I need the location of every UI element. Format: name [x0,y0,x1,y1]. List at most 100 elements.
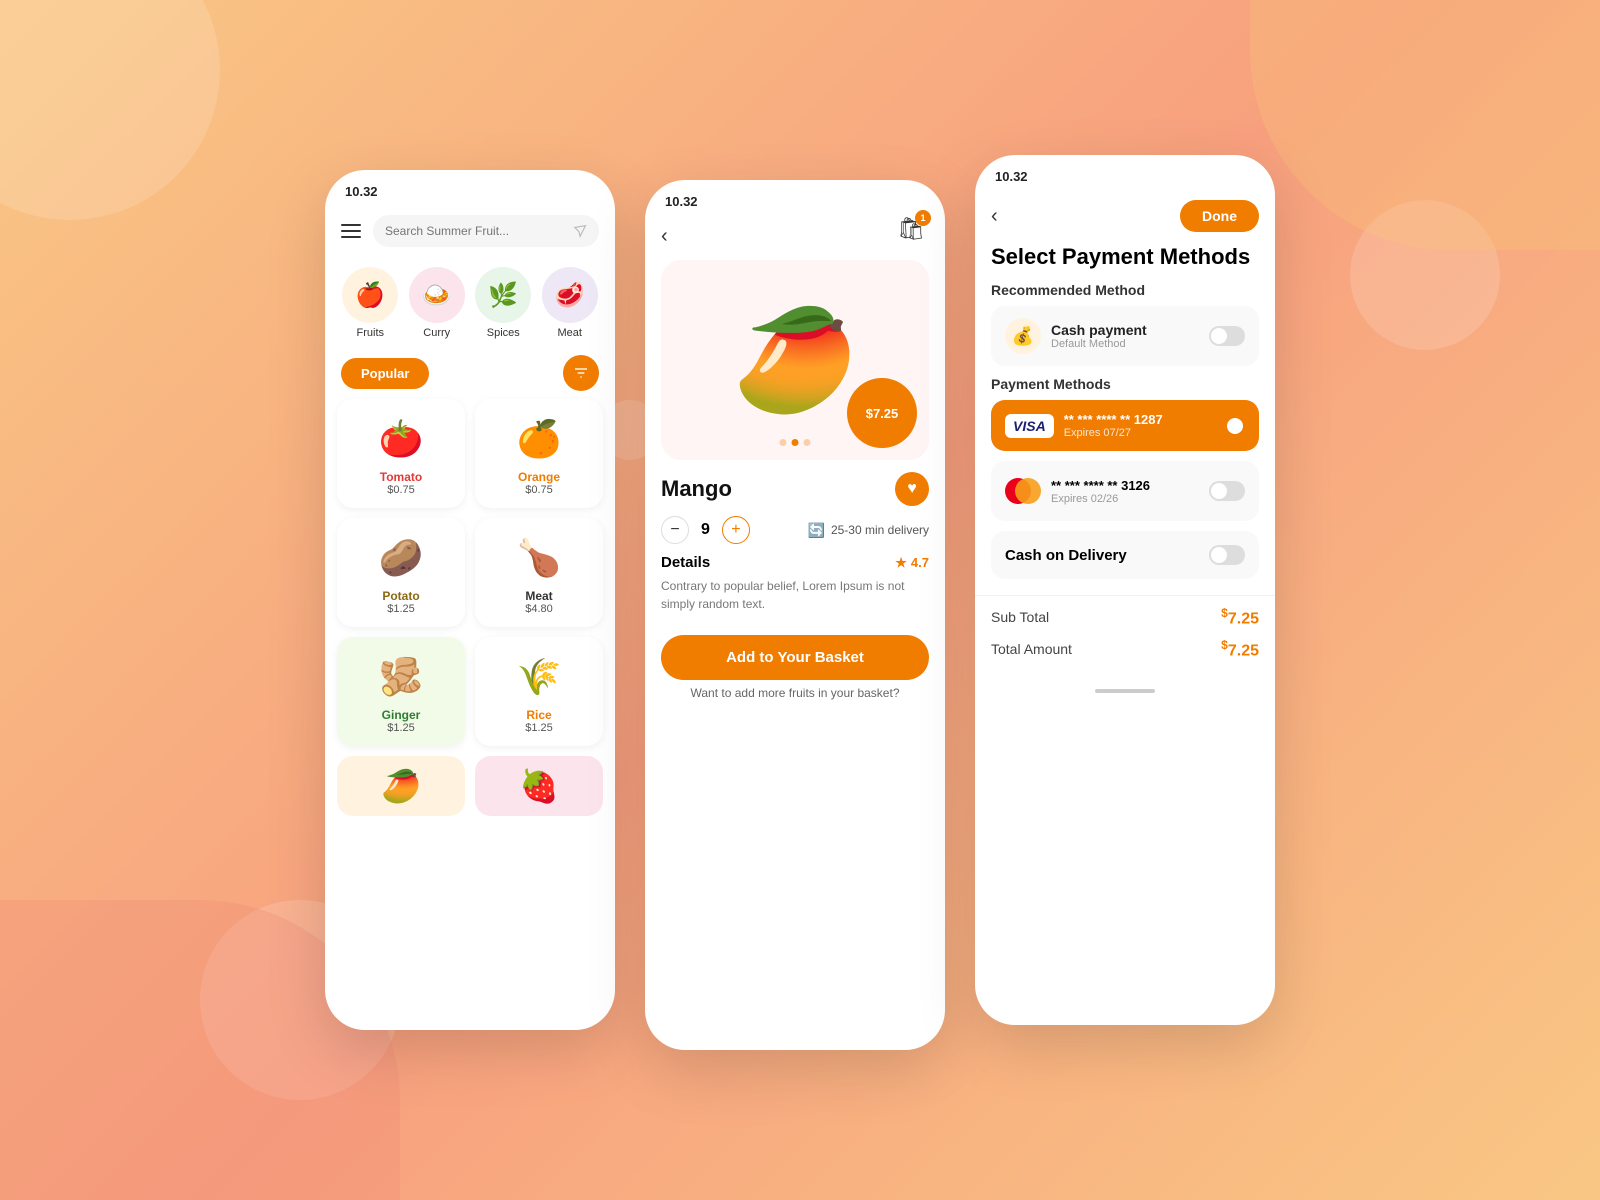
spices-circle: 🌿 [475,267,531,323]
visa-card[interactable]: VISA ** *** **** ** 1287 Expires 07/27 [991,400,1259,451]
categories-row: 🍎 Fruits 🍛 Curry 🌿 Spices 🥩 Meat [325,259,615,347]
coin-icon: 💰 [1005,318,1041,354]
status-bar-1: 10.32 [325,170,615,207]
qty-increase[interactable]: + [722,516,750,544]
status-bar-3: 10.32 [975,155,1275,192]
ginger-emoji: 🫚 [379,649,424,704]
phone-detail: 10.32 ‹ 🛍 1 🥭 $7.25 [645,180,945,1050]
category-spices[interactable]: 🌿 Spices [475,267,531,339]
product-potato[interactable]: 🥔 Potato $1.25 [337,518,465,627]
dot-2[interactable] [792,439,799,446]
mastercard-number: ** *** **** ** 3126 [1051,478,1199,493]
rice-emoji: 🌾 [517,649,562,704]
price-badge: $7.25 [847,378,917,448]
back-button[interactable]: ‹ [661,225,668,248]
subtotal-row: Sub Total $7.25 [991,606,1259,628]
menu-icon[interactable] [341,224,361,238]
status-bar-2: 10.32 [645,180,945,217]
mastercard-expiry: Expires 02/26 [1051,493,1199,505]
details-text: Contrary to popular belief, Lorem Ipsum … [661,577,929,613]
mastercard-card[interactable]: ** *** **** ** 3126 Expires 02/26 [991,461,1259,521]
mango-partial-card: 🥭 [337,756,465,816]
popular-row: Popular [325,347,615,399]
meat-circle: 🥩 [542,267,598,323]
meat-label: Meat [558,327,582,339]
cod-row: Cash on Delivery [991,531,1259,579]
visa-number: ** *** **** ** 1287 [1064,412,1199,427]
category-curry[interactable]: 🍛 Curry [409,267,465,339]
product-title-row: Mango ♥ [661,472,929,506]
price-value: $7.25 [866,406,899,421]
visa-toggle[interactable] [1209,416,1245,436]
total-label: Total Amount [991,641,1072,657]
cod-toggle[interactable] [1209,545,1245,565]
details-title: Details [661,554,710,571]
product-ginger[interactable]: 🫚 Ginger $1.25 [337,637,465,746]
tomato-name: Tomato [380,470,422,484]
orange-name: Orange [518,470,560,484]
popular-button[interactable]: Popular [341,358,429,389]
delivery-time: 25-30 min delivery [831,523,929,537]
product-tomato[interactable]: 🍅 Tomato $0.75 [337,399,465,508]
product-title: Mango [661,476,732,502]
subtotal-label: Sub Total [991,609,1049,625]
bottom-partial: 🥭 🍓 [325,746,615,816]
search-input[interactable] [385,224,565,238]
rice-price: $1.25 [525,722,553,734]
qty-delivery-row: − 9 + 🔄 25-30 min delivery [661,516,929,544]
cash-method-info: Cash payment Default Method [1051,322,1199,350]
dot-3[interactable] [804,439,811,446]
ginger-price: $1.25 [387,722,415,734]
rating: ★ 4.7 [895,555,929,571]
subtotal-value: $7.25 [1221,606,1259,628]
status-time-2: 10.32 [665,194,698,209]
product-rice[interactable]: 🌾 Rice $1.25 [475,637,603,746]
payment-back-button[interactable]: ‹ [991,205,998,228]
delivery-icon: 🔄 [808,522,825,539]
category-fruits[interactable]: 🍎 Fruits [342,267,398,339]
details-header: Details ★ 4.7 [661,554,929,571]
basket-icon-wrap[interactable]: 🛍 1 [897,216,925,242]
rice-name: Rice [526,708,551,722]
fruits-label: Fruits [357,327,385,339]
rating-value: 4.7 [911,555,929,570]
star-icon: ★ [895,555,907,571]
search-bar[interactable] [373,215,599,247]
add-to-basket-button[interactable]: Add to Your Basket [661,635,929,680]
orange-price: $0.75 [525,484,553,496]
total-value: $7.25 [1221,638,1259,660]
qty-decrease[interactable]: − [661,516,689,544]
product-detail-info: Mango ♥ − 9 + 🔄 25-30 min delivery [645,460,945,544]
meat-price: $4.80 [525,603,553,615]
phone-list: 10.32 🍎 Fruits 🍛 [325,170,615,1030]
mastercard-toggle[interactable] [1209,481,1245,501]
heart-button[interactable]: ♥ [895,472,929,506]
visa-logo: VISA [1005,414,1054,438]
fruits-circle: 🍎 [342,267,398,323]
cash-toggle[interactable] [1209,326,1245,346]
cash-method-sub: Default Method [1051,338,1199,350]
done-button[interactable]: Done [1180,200,1259,232]
spices-label: Spices [487,327,520,339]
payment-methods-label: Payment Methods [975,376,1275,400]
product-meat[interactable]: 🍗 Meat $4.80 [475,518,603,627]
mastercard-icon [1005,473,1041,509]
product-main-emoji: 🥭 [733,302,858,419]
visa-expiry: Expires 07/27 [1064,427,1199,439]
delivery-info: 🔄 25-30 min delivery [808,522,929,539]
tomato-price: $0.75 [387,484,415,496]
qty-value: 9 [701,521,710,539]
filter-button[interactable] [563,355,599,391]
meat-name: Meat [525,589,552,603]
products-grid: 🍅 Tomato $0.75 🍊 Orange $0.75 🥔 Potato $… [325,399,615,746]
product-orange[interactable]: 🍊 Orange $0.75 [475,399,603,508]
cash-payment-card[interactable]: 💰 Cash payment Default Method [991,306,1259,366]
visa-info: ** *** **** ** 1287 Expires 07/27 [1064,412,1199,439]
potato-price: $1.25 [387,603,415,615]
dot-1[interactable] [780,439,787,446]
phone2-header: ‹ 🛍 1 [645,217,945,260]
mastercard-info: ** *** **** ** 3126 Expires 02/26 [1051,478,1199,505]
category-meat[interactable]: 🥩 Meat [542,267,598,339]
qty-controls: − 9 + [661,516,750,544]
orange-emoji: 🍊 [517,411,562,466]
